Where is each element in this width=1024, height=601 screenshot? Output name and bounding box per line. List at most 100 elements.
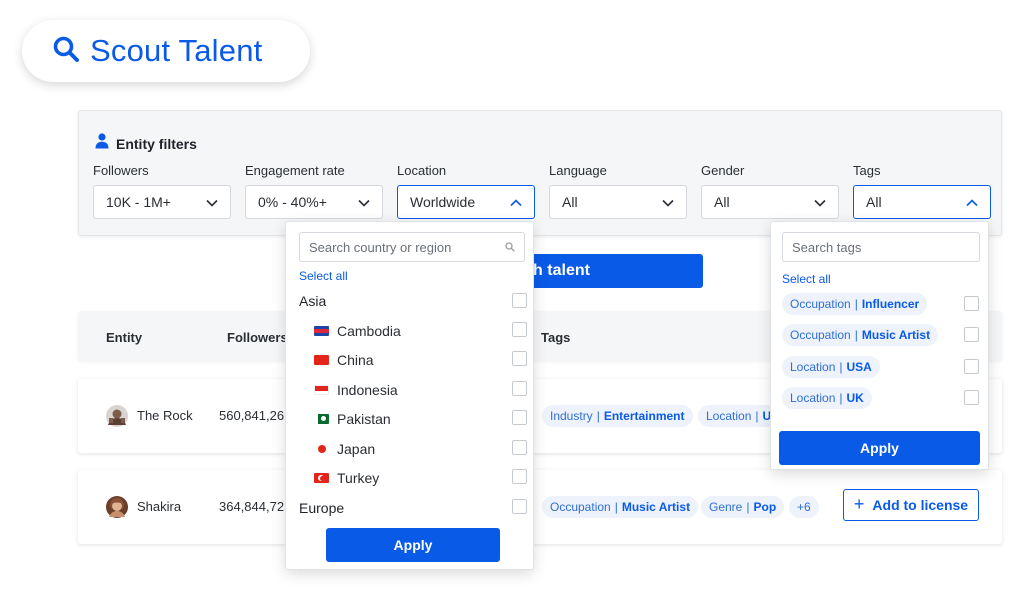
tag-chip[interactable]: Location | U <box>698 405 780 427</box>
location-select-all[interactable]: Select all <box>299 269 348 283</box>
filter-language: Language All <box>549 163 687 219</box>
filter-tags: Tags All <box>853 163 991 219</box>
followers-select[interactable]: 10K - 1M+ <box>93 185 231 219</box>
tags-apply-button[interactable]: Apply <box>779 431 980 465</box>
chevron-up-icon <box>966 194 978 210</box>
filter-location: Location Worldwide <box>397 163 535 219</box>
search-talent-label: h talent <box>533 262 590 279</box>
japan-flag-icon <box>314 444 329 454</box>
chevron-down-icon <box>206 194 218 210</box>
filter-label: Tags <box>853 163 881 178</box>
country-china[interactable]: China <box>314 352 374 368</box>
country-label: Turkey <box>337 470 380 486</box>
group-asia: Asia <box>299 293 327 309</box>
country-japan[interactable]: Japan <box>314 441 375 457</box>
pakistan-flag-icon <box>314 414 329 424</box>
filter-engagement: Engagement rate 0% - 40%+ <box>245 163 383 219</box>
filter-gender: Gender All <box>701 163 839 219</box>
chevron-down-icon <box>358 194 370 210</box>
filters-title: Entity filters <box>95 133 197 154</box>
filter-label: Engagement rate <box>245 163 345 178</box>
filter-label: Language <box>549 163 607 178</box>
select-value: Worldwide <box>410 194 476 210</box>
language-select[interactable]: All <box>549 185 687 219</box>
filter-label: Gender <box>701 163 745 178</box>
tag-option[interactable]: Location | USA <box>782 356 880 378</box>
tags-select-all[interactable]: Select all <box>782 272 831 286</box>
tag-option[interactable]: Occupation | Music Artist <box>782 324 939 346</box>
chevron-down-icon <box>662 194 674 210</box>
checkbox-tag-influencer[interactable] <box>964 296 979 311</box>
filters-title-text: Entity filters <box>116 135 197 152</box>
tag-value: UK <box>846 391 864 405</box>
country-cambodia[interactable]: Cambodia <box>314 323 401 339</box>
checkbox-europe[interactable] <box>512 499 527 514</box>
entity-name[interactable]: The Rock <box>137 408 193 423</box>
checkbox-asia[interactable] <box>512 293 527 308</box>
tag-key: Location <box>790 391 836 405</box>
tag-key: Occupation <box>790 328 851 342</box>
filter-label: Followers <box>93 163 149 178</box>
group-europe: Europe <box>299 500 345 516</box>
tag-chip[interactable]: Genre | Pop <box>701 496 785 518</box>
apply-label: Apply <box>393 537 433 553</box>
checkbox-japan[interactable] <box>512 440 527 455</box>
country-label: Pakistan <box>337 411 391 427</box>
more-tags-badge[interactable]: +6 <box>789 496 819 518</box>
location-apply-button[interactable]: Apply <box>326 528 500 562</box>
brand-title: Scout Talent <box>90 33 263 68</box>
country-indonesia[interactable]: Indonesia <box>314 382 398 398</box>
header-entity: Entity <box>106 330 143 345</box>
location-dropdown: Search country or region Select all Asia… <box>285 221 534 570</box>
checkbox-china[interactable] <box>512 351 527 366</box>
tag-value: Pop <box>753 500 777 514</box>
location-search-input[interactable]: Search country or region <box>299 232 525 262</box>
engagement-select[interactable]: 0% - 40%+ <box>245 185 383 219</box>
plus-icon: + <box>853 493 865 514</box>
chevron-up-icon <box>510 194 522 210</box>
tag-chip[interactable]: Occupation | Music Artist <box>542 496 699 518</box>
checkbox-tag-music-artist[interactable] <box>964 327 979 342</box>
followers-count: 364,844,72 <box>219 499 285 514</box>
entity-name[interactable]: Shakira <box>137 499 181 514</box>
header-followers: Followers <box>227 330 288 345</box>
country-label: Japan <box>337 441 376 457</box>
table-row[interactable]: Shakira 364,844,72 Occupation | Music Arti… <box>78 470 1002 544</box>
add-to-license-button[interactable]: + Add to license <box>843 489 979 521</box>
tag-option[interactable]: Occupation | Influencer <box>782 293 928 315</box>
checkbox-pakistan[interactable] <box>512 410 527 425</box>
select-value: 10K - 1M+ <box>106 194 171 210</box>
gender-select[interactable]: All <box>701 185 839 219</box>
tag-value: Music Artist <box>621 500 691 514</box>
header-tags: Tags <box>541 330 571 345</box>
avatar <box>106 405 128 427</box>
tag-value: USA <box>846 360 872 374</box>
country-label: Indonesia <box>337 382 398 398</box>
tag-key: Genre <box>709 500 743 514</box>
tag-key: Industry <box>550 409 593 423</box>
search-icon <box>505 240 515 255</box>
checkbox-cambodia[interactable] <box>512 322 527 337</box>
checkbox-turkey[interactable] <box>512 469 527 484</box>
tag-chip[interactable]: Industry | Entertainment <box>542 405 693 427</box>
cambodia-flag-icon <box>314 326 329 336</box>
tag-value: Influencer <box>861 297 920 311</box>
select-value: All <box>866 194 882 210</box>
tags-select[interactable]: All <box>853 185 991 219</box>
entity-filters-panel: Entity filters Followers 10K - 1M+ Engag… <box>78 110 1002 236</box>
chevron-down-icon <box>814 194 826 210</box>
checkbox-indonesia[interactable] <box>512 381 527 396</box>
country-label: Cambodia <box>337 323 401 339</box>
location-select[interactable]: Worldwide <box>397 185 535 219</box>
china-flag-icon <box>314 355 329 365</box>
select-value: 0% - 40%+ <box>258 194 327 210</box>
country-turkey[interactable]: Turkey <box>314 470 379 486</box>
indonesia-flag-icon <box>314 385 329 395</box>
country-pakistan[interactable]: Pakistan <box>314 411 391 427</box>
checkbox-tag-usa[interactable] <box>964 359 979 374</box>
followers-count: 560,841,26 <box>219 408 285 423</box>
tag-option[interactable]: Location | UK <box>782 387 872 409</box>
country-label: China <box>337 352 374 368</box>
checkbox-tag-uk[interactable] <box>964 390 979 405</box>
tags-search-input[interactable]: Search tags <box>782 232 980 262</box>
